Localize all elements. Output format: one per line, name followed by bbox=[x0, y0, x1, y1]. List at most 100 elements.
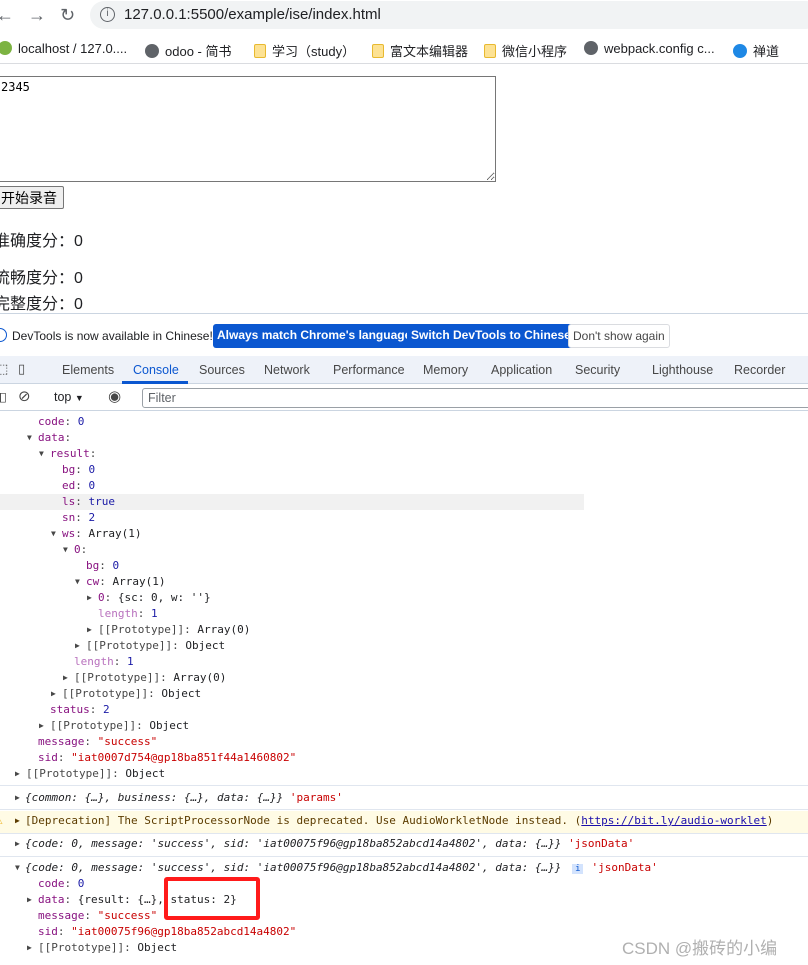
property-key: message bbox=[38, 735, 85, 748]
expand-arrow-icon[interactable]: ▶ bbox=[27, 892, 32, 908]
expand-arrow-icon[interactable]: ▶ bbox=[27, 940, 32, 956]
tab-lighthouse[interactable]: Lighthouse bbox=[652, 363, 713, 377]
tree-row[interactable]: ▶ [[Prototype]]: Object bbox=[0, 718, 808, 734]
console-output: code: 0 ▼ data: ▼ result: bg: 0 ed: 0 ls: tru… bbox=[0, 411, 808, 965]
tree-entry: sid: "iat0007d754@gp18ba851f44a1460802" bbox=[38, 750, 296, 766]
expand-arrow-icon[interactable]: ▶ bbox=[51, 686, 56, 702]
watermark: CSDN @搬砖的小编 bbox=[622, 939, 778, 958]
collapse-arrow-icon[interactable]: ▼ bbox=[27, 430, 32, 446]
reload-icon[interactable]: ↻ bbox=[60, 5, 75, 26]
tree-entry: result: bbox=[50, 446, 96, 462]
expand-arrow-icon[interactable]: ▶ bbox=[63, 670, 68, 686]
text-input[interactable] bbox=[0, 76, 496, 182]
log-params[interactable]: ▶ {common: {…}, business: {…}, data: {…}}… bbox=[0, 790, 808, 806]
tree-row: code: 0 bbox=[0, 876, 808, 892]
device-toggle-icon[interactable]: ▯ bbox=[18, 361, 25, 377]
expand-arrow-icon[interactable]: ▶ bbox=[87, 622, 92, 638]
clear-console-icon[interactable]: ⊘ bbox=[18, 387, 31, 405]
tab-recorder[interactable]: Recorder bbox=[734, 363, 785, 377]
expand-arrow-icon[interactable]: ▶ bbox=[87, 590, 92, 606]
site-info-icon[interactable]: i bbox=[100, 7, 115, 22]
bookmark-item[interactable]: 学习（study） bbox=[254, 41, 355, 60]
tree-entry: [[Prototype]]: Object bbox=[86, 638, 225, 654]
tree-row[interactable]: ▼ 0: bbox=[0, 542, 808, 558]
expand-arrow-icon[interactable]: ▶ bbox=[39, 718, 44, 734]
bookmark-item[interactable]: 微信小程序 bbox=[484, 41, 567, 60]
switch-to-chinese-button[interactable]: Switch DevTools to Chinese bbox=[407, 324, 575, 348]
start-recording-button[interactable]: 开始录音 bbox=[0, 186, 64, 209]
tree-row[interactable]: ▼ cw: Array(1) bbox=[0, 574, 808, 590]
tree-row[interactable]: ▶ [[Prototype]]: Object bbox=[0, 638, 808, 654]
tab-elements[interactable]: Elements bbox=[62, 363, 114, 377]
property-key: sn bbox=[62, 511, 76, 524]
colon: : bbox=[64, 877, 78, 890]
tree-row[interactable]: ▶ [[Prototype]]: Object bbox=[0, 766, 808, 782]
bookmark-label: localhost / 127.0.... bbox=[18, 41, 128, 56]
forward-icon[interactable]: → bbox=[28, 5, 46, 26]
tab-performance[interactable]: Performance bbox=[333, 363, 405, 377]
property-value: "success" bbox=[97, 735, 158, 748]
expand-arrow-icon[interactable]: ▶ bbox=[15, 811, 20, 831]
bookmark-item[interactable]: localhost / 127.0.... bbox=[0, 41, 127, 56]
tab-memory[interactable]: Memory bbox=[423, 363, 468, 377]
live-expression-eye-icon[interactable]: ◉ bbox=[108, 387, 121, 405]
colon: : bbox=[89, 447, 97, 460]
collapse-arrow-icon[interactable]: ▼ bbox=[75, 574, 80, 590]
url-input[interactable]: i 127.0.0.1:5500/example/ise/index.html bbox=[90, 1, 808, 29]
tab-console[interactable]: Console bbox=[133, 363, 179, 377]
tree-row[interactable]: ▶ [[Prototype]]: Array(0) bbox=[0, 670, 808, 686]
colon: : bbox=[104, 591, 118, 604]
tree-entry: sid: "iat00075f96@gp18ba852abcd14a4802" bbox=[38, 924, 296, 940]
log-jsondata[interactable]: ▶ {code: 0, message: 'success', sid: 'iat… bbox=[0, 836, 808, 852]
tree-row: code: 0 bbox=[0, 414, 808, 430]
context-selector[interactable]: top ▼ bbox=[54, 390, 84, 404]
tree-row[interactable]: ▶ [[Prototype]]: Object bbox=[0, 686, 808, 702]
expand-arrow-icon[interactable]: ▶ bbox=[15, 836, 20, 852]
dont-show-again-button[interactable]: Don't show again bbox=[568, 324, 670, 348]
colon: : bbox=[124, 941, 138, 954]
back-icon[interactable]: ← bbox=[0, 5, 14, 26]
tree-row[interactable]: ▶ [[Prototype]]: Array(0) bbox=[0, 622, 808, 638]
inspect-element-icon[interactable]: ⬚ bbox=[0, 361, 8, 377]
tab-security[interactable]: Security bbox=[575, 363, 620, 377]
bookmark-item[interactable]: 禅道 bbox=[733, 41, 779, 60]
tree-row[interactable]: ▶ 0: {sc: 0, w: ''} bbox=[0, 590, 808, 606]
sidebar-toggle-icon[interactable]: ◧ bbox=[0, 389, 7, 404]
collapse-arrow-icon[interactable]: ▼ bbox=[51, 526, 56, 542]
tab-sources[interactable]: Sources bbox=[199, 363, 245, 377]
logged-object: {code: 0, message: 'success', sid: 'iat0… bbox=[25, 861, 562, 874]
collapse-arrow-icon[interactable]: ▼ bbox=[39, 446, 44, 462]
tab-network[interactable]: Network bbox=[264, 363, 310, 377]
property-key: code bbox=[38, 415, 65, 428]
tree-row[interactable]: ▼ data: bbox=[0, 430, 808, 446]
tab-application[interactable]: Application bbox=[491, 363, 552, 377]
score-value: 0 bbox=[74, 296, 83, 313]
bookmark-item[interactable]: odoo - 简书 bbox=[145, 41, 231, 60]
property-value: Object bbox=[185, 639, 226, 652]
collapse-arrow-icon[interactable]: ▼ bbox=[63, 542, 68, 558]
property-key: ls bbox=[62, 495, 76, 508]
expand-arrow-icon[interactable]: ▶ bbox=[75, 638, 80, 654]
tree-entry: ws: Array(1) bbox=[62, 526, 141, 542]
deprecation-warning[interactable]: ⚠ ▶ [Deprecation] The ScriptProcessorNode … bbox=[0, 811, 808, 833]
score-label: 流畅度分： bbox=[0, 270, 75, 287]
expand-arrow-icon[interactable]: ▶ bbox=[15, 766, 20, 782]
tree-row: message: "success" bbox=[0, 908, 808, 924]
log-label: 'params' bbox=[289, 791, 343, 804]
tree-row[interactable]: ▼ ws: Array(1) bbox=[0, 526, 808, 542]
tree-row[interactable]: ▼ result: bbox=[0, 446, 808, 462]
colon: : bbox=[57, 925, 72, 938]
warning-link[interactable]: https://bit.ly/audio-worklet bbox=[581, 814, 766, 827]
info-badge[interactable]: i bbox=[572, 864, 584, 874]
bookmark-item[interactable]: webpack.config c... bbox=[584, 41, 715, 56]
tree-row: status: 2 bbox=[0, 702, 808, 718]
colon: : bbox=[64, 431, 72, 444]
colon: : bbox=[64, 415, 78, 428]
bookmark-item[interactable]: 富文本编辑器 bbox=[372, 41, 468, 60]
log-jsondata-expanded[interactable]: ▼ {code: 0, message: 'success', sid: 'iat… bbox=[0, 860, 808, 876]
filter-input[interactable]: Filter bbox=[142, 388, 808, 408]
always-match-language-button[interactable]: Always match Chrome's language bbox=[213, 324, 416, 348]
tree-row[interactable]: ▶ data: {result: {…}, status: 2} bbox=[0, 892, 808, 908]
expand-arrow-icon[interactable]: ▶ bbox=[15, 790, 20, 806]
collapse-arrow-icon[interactable]: ▼ bbox=[15, 860, 20, 876]
